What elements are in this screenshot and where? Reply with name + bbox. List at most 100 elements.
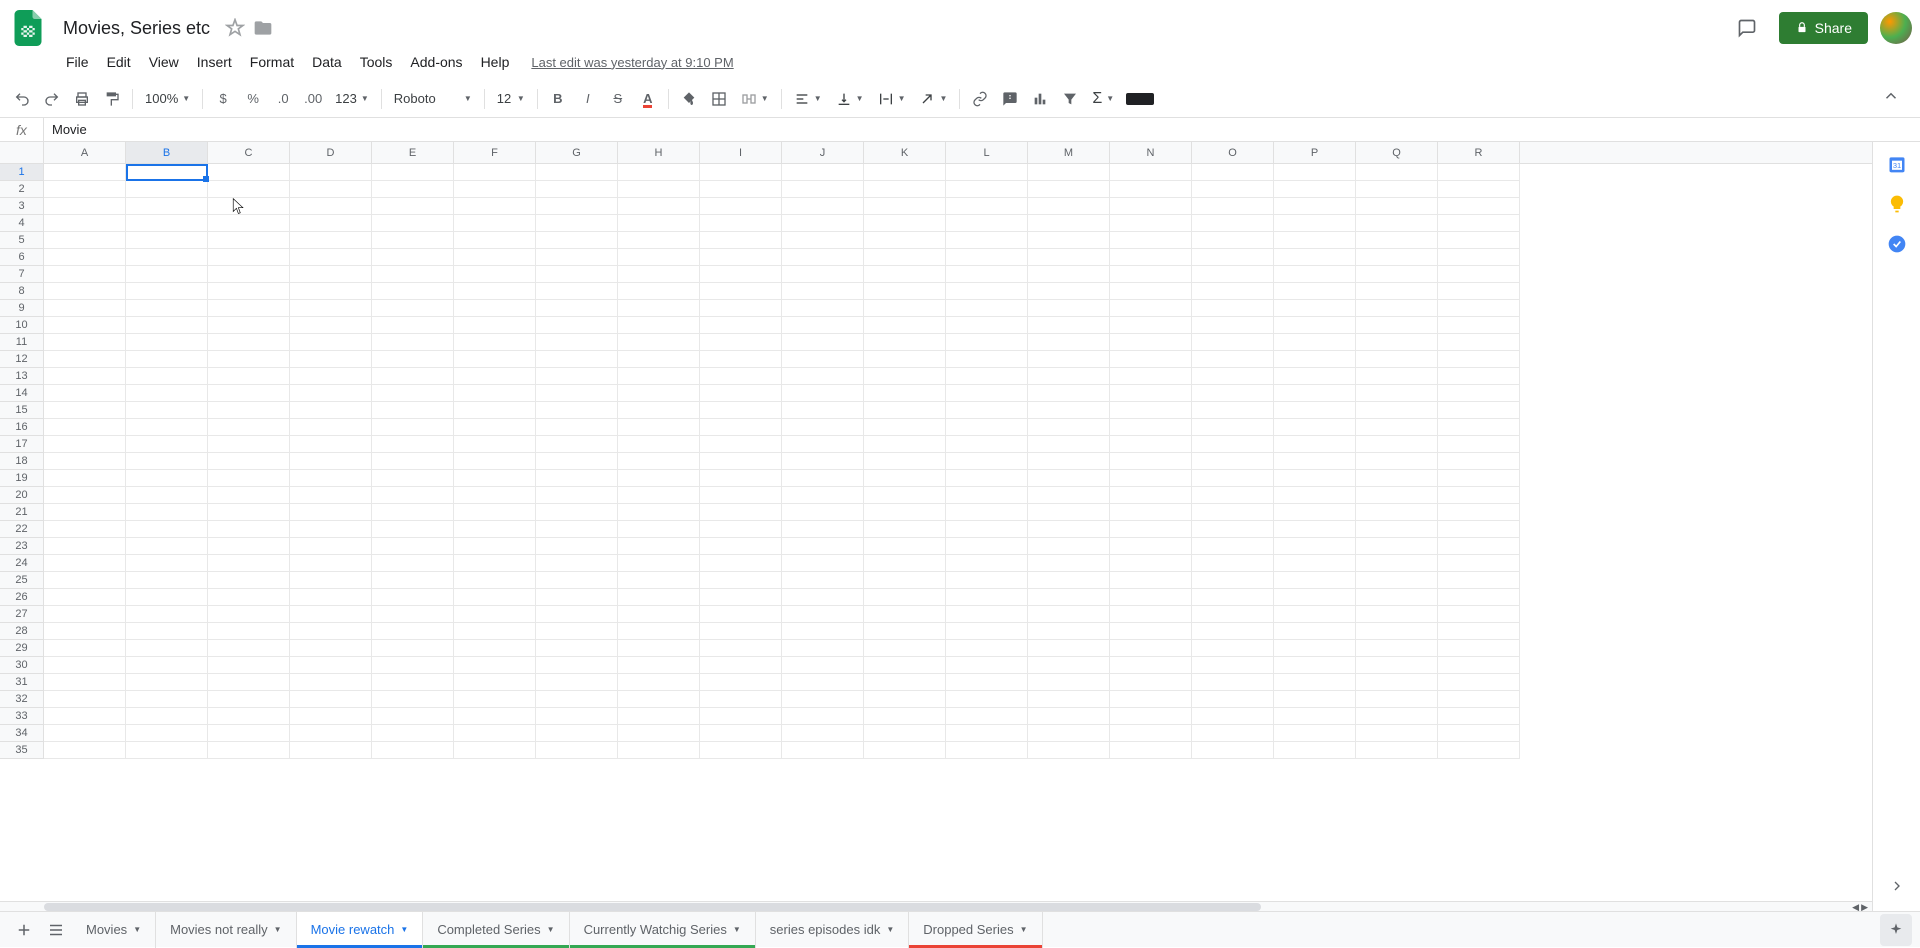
cell[interactable] — [290, 674, 372, 691]
cell[interactable] — [454, 181, 536, 198]
cell[interactable] — [1110, 385, 1192, 402]
cell[interactable] — [536, 640, 618, 657]
cell[interactable] — [208, 266, 290, 283]
cell[interactable] — [1028, 368, 1110, 385]
cell[interactable] — [536, 691, 618, 708]
cell[interactable] — [126, 725, 208, 742]
cell[interactable] — [290, 300, 372, 317]
cell[interactable] — [700, 572, 782, 589]
cell[interactable] — [126, 470, 208, 487]
cell[interactable] — [782, 181, 864, 198]
cell[interactable] — [1356, 249, 1438, 266]
cell[interactable] — [946, 215, 1028, 232]
cell[interactable] — [700, 589, 782, 606]
cell[interactable] — [536, 742, 618, 759]
cell[interactable] — [454, 691, 536, 708]
cell[interactable] — [782, 606, 864, 623]
cell[interactable] — [290, 232, 372, 249]
fill-color-button[interactable] — [675, 85, 703, 113]
cell[interactable] — [782, 283, 864, 300]
cell[interactable] — [454, 742, 536, 759]
row-header[interactable]: 7 — [0, 266, 43, 283]
cell[interactable] — [1274, 385, 1356, 402]
scroll-left-icon[interactable]: ◀ — [1852, 902, 1859, 911]
row-header[interactable]: 16 — [0, 419, 43, 436]
format-currency-button[interactable]: $ — [209, 85, 237, 113]
cell[interactable] — [700, 640, 782, 657]
cell[interactable] — [946, 555, 1028, 572]
cell[interactable] — [700, 725, 782, 742]
cell[interactable] — [1192, 181, 1274, 198]
borders-button[interactable] — [705, 85, 733, 113]
chevron-down-icon[interactable]: ▼ — [733, 925, 741, 934]
cell[interactable] — [1438, 215, 1520, 232]
cell[interactable] — [1110, 300, 1192, 317]
cell[interactable] — [536, 334, 618, 351]
chevron-down-icon[interactable]: ▼ — [547, 925, 555, 934]
cell[interactable] — [1028, 487, 1110, 504]
cell[interactable] — [1438, 742, 1520, 759]
cell[interactable] — [1438, 538, 1520, 555]
cell[interactable] — [372, 198, 454, 215]
cell[interactable] — [372, 419, 454, 436]
cell[interactable] — [1110, 334, 1192, 351]
cell[interactable] — [1110, 521, 1192, 538]
cell[interactable] — [1274, 606, 1356, 623]
cell[interactable] — [126, 402, 208, 419]
cell[interactable] — [700, 385, 782, 402]
cell[interactable] — [1438, 351, 1520, 368]
cell[interactable] — [536, 623, 618, 640]
cell[interactable] — [290, 606, 372, 623]
cell[interactable] — [864, 402, 946, 419]
cell[interactable] — [536, 181, 618, 198]
cell[interactable] — [618, 164, 700, 181]
cell[interactable] — [372, 351, 454, 368]
cell[interactable] — [946, 436, 1028, 453]
cell[interactable] — [1110, 487, 1192, 504]
cell[interactable] — [1438, 266, 1520, 283]
cell[interactable] — [1192, 572, 1274, 589]
cell[interactable] — [454, 657, 536, 674]
cell[interactable] — [290, 198, 372, 215]
horizontal-scrollbar[interactable]: ◀ ▶ — [0, 901, 1872, 911]
cell[interactable] — [1356, 725, 1438, 742]
cell[interactable] — [208, 742, 290, 759]
cell[interactable] — [126, 317, 208, 334]
keep-icon[interactable] — [1887, 194, 1907, 214]
cell[interactable] — [1192, 215, 1274, 232]
cell[interactable] — [372, 657, 454, 674]
cell[interactable] — [126, 742, 208, 759]
filter-button[interactable] — [1056, 85, 1084, 113]
cell[interactable] — [1110, 555, 1192, 572]
cell[interactable] — [1356, 453, 1438, 470]
cell[interactable] — [126, 266, 208, 283]
cell[interactable] — [1438, 572, 1520, 589]
cell[interactable] — [1192, 623, 1274, 640]
sheet-tab[interactable]: Movie rewatch▼ — [297, 912, 424, 948]
cell[interactable] — [536, 198, 618, 215]
cell[interactable] — [454, 419, 536, 436]
cell[interactable] — [1028, 249, 1110, 266]
cell[interactable] — [208, 453, 290, 470]
cell[interactable] — [1356, 521, 1438, 538]
cell[interactable] — [208, 249, 290, 266]
account-avatar[interactable] — [1880, 12, 1912, 44]
col-header[interactable]: D — [290, 142, 372, 163]
cell[interactable] — [1192, 538, 1274, 555]
cell[interactable] — [126, 691, 208, 708]
cell[interactable] — [536, 470, 618, 487]
cell[interactable] — [454, 317, 536, 334]
cell[interactable] — [454, 368, 536, 385]
cell[interactable] — [618, 453, 700, 470]
cell[interactable] — [1110, 164, 1192, 181]
add-sheet-button[interactable] — [8, 914, 40, 946]
cell[interactable] — [208, 215, 290, 232]
cell[interactable] — [1192, 232, 1274, 249]
all-sheets-button[interactable] — [40, 914, 72, 946]
cell[interactable] — [44, 436, 126, 453]
cell[interactable] — [372, 572, 454, 589]
cell[interactable] — [782, 674, 864, 691]
cell[interactable] — [536, 572, 618, 589]
cell[interactable] — [700, 623, 782, 640]
cell[interactable] — [44, 725, 126, 742]
